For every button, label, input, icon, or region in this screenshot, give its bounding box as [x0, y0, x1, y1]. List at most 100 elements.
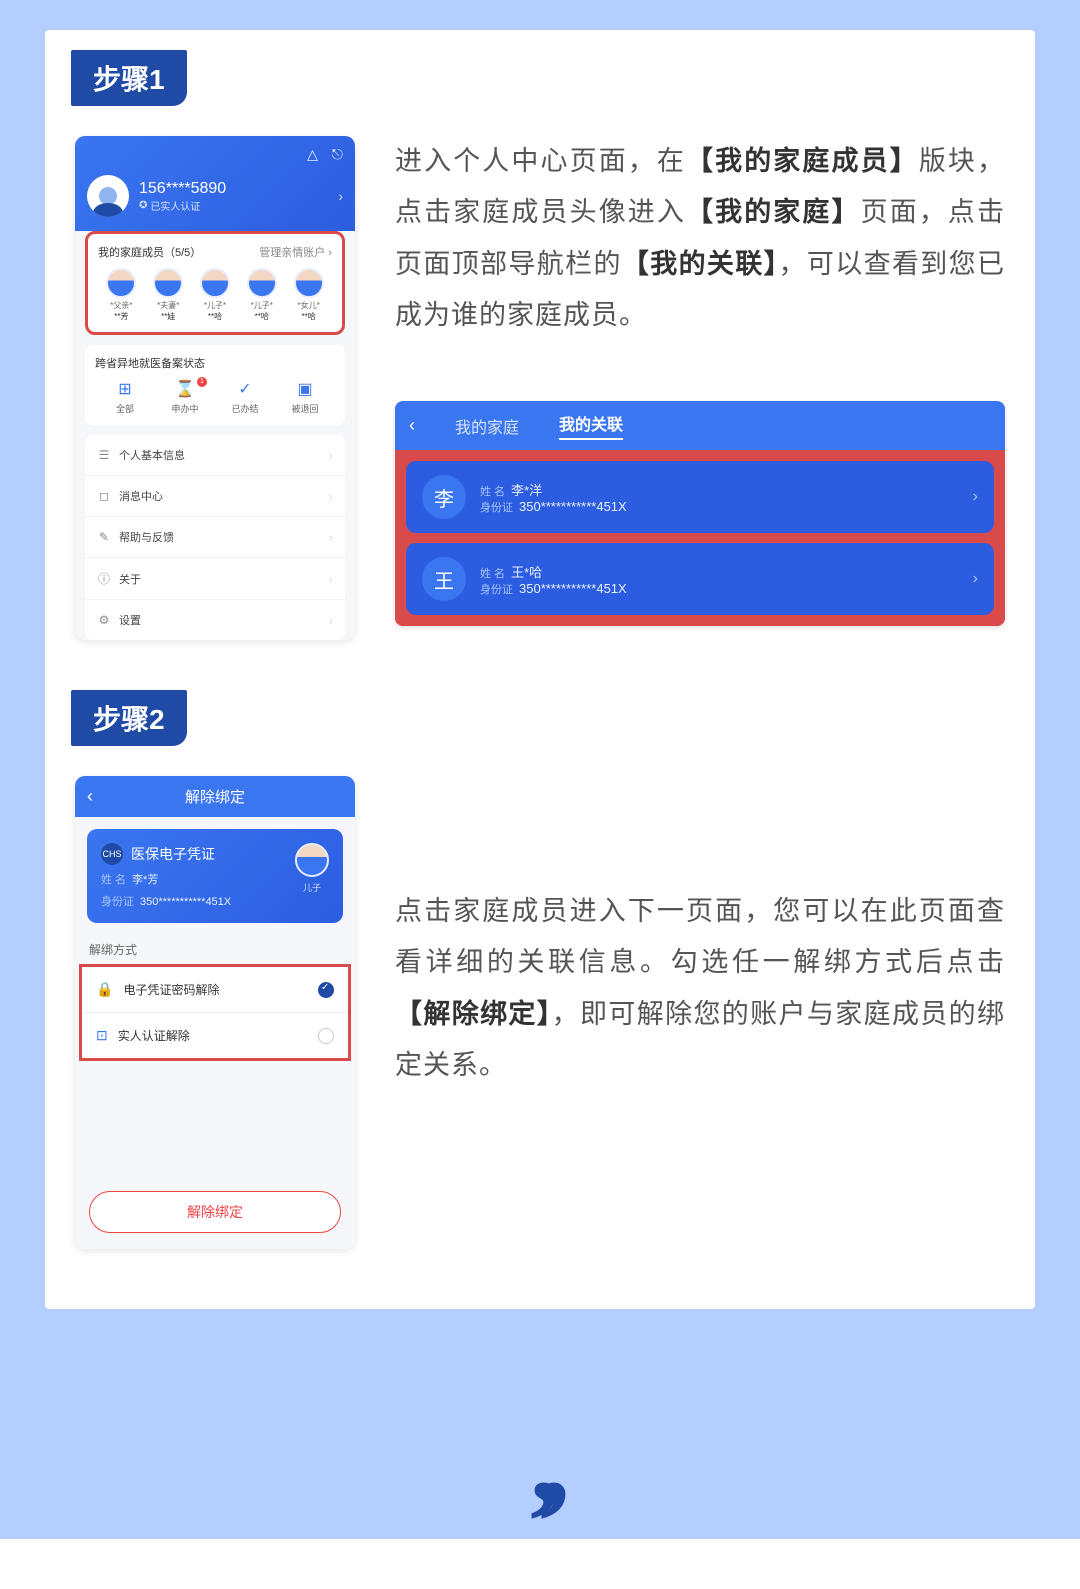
status-item[interactable]: ⌛1 申办中: [155, 379, 215, 415]
back-icon[interactable]: ‹: [409, 415, 415, 436]
chs-logo-icon: CHS: [101, 843, 123, 865]
unbind-option[interactable]: 🔒 电子凭证密码解除: [82, 967, 348, 1012]
family-title: 我的家庭成员（5/5）: [98, 244, 201, 260]
member-name: **芳: [114, 311, 128, 322]
member-relation: *夫妻*: [157, 300, 179, 311]
unbind-option[interactable]: ⊡ 实人认证解除: [82, 1012, 348, 1058]
status-item[interactable]: ✓ 已办结: [215, 379, 275, 415]
status-label: 申办中: [171, 404, 198, 414]
avatar-icon: [153, 268, 183, 298]
status-icon: ▣: [275, 379, 335, 399]
family-member[interactable]: *父亲* **芳: [98, 268, 145, 322]
chevron-right-icon: ›: [973, 488, 978, 506]
member-relation: *儿子*: [204, 300, 226, 311]
page-title: 解除绑定: [185, 786, 245, 807]
chevron-right-icon: ›: [328, 447, 333, 463]
avatar-icon: [247, 268, 277, 298]
surname-avatar: 李: [422, 475, 466, 519]
back-icon[interactable]: ‹: [87, 786, 93, 807]
step2-badge: 步骤2: [71, 690, 187, 746]
bottom-stripe: [0, 1539, 1080, 1589]
face-id-icon: ⊡: [96, 1027, 108, 1044]
status-label: 已办结: [231, 404, 258, 414]
menu-item[interactable]: ✎ 帮助与反馈 ›: [85, 516, 345, 557]
menu-label: 消息中心: [119, 488, 163, 504]
option-label: 实人认证解除: [118, 1027, 190, 1044]
chevron-right-icon: ›: [328, 612, 333, 628]
member-relation: *儿子*: [251, 300, 273, 311]
user-phone: 156****5890: [139, 180, 328, 198]
step2-phone: ‹ 解除绑定 CHS 医保电子凭证 姓 名李*芳 身份证350*********…: [75, 776, 355, 1249]
ehc-card: CHS 医保电子凭证 姓 名李*芳 身份证350***********451X …: [87, 829, 343, 923]
unbind-section-title: 解绑方式: [75, 935, 355, 964]
menu-item[interactable]: ◻ 消息中心 ›: [85, 475, 345, 516]
member-relation: *女儿*: [297, 300, 319, 311]
status-card: 跨省异地就医备案状态 ⊞ 全部⌛1 申办中✓ 已办结▣ 被退回: [85, 345, 345, 425]
avatar-icon: [106, 268, 136, 298]
member-name: **哈: [208, 311, 222, 322]
exit-icon[interactable]: ⎋: [332, 146, 343, 163]
menu-item[interactable]: ⚙ 设置 ›: [85, 599, 345, 640]
menu-item[interactable]: ⓘ 关于 ›: [85, 557, 345, 599]
surname-avatar: 王: [422, 557, 466, 601]
tab-my-family[interactable]: 我的家庭: [455, 414, 519, 438]
step1-description: 进入个人中心页面，在【我的家庭成员】版块，点击家庭成员头像进入【我的家庭】页面，…: [395, 136, 1005, 341]
verified-badge: ✪ 已实人认证: [139, 198, 328, 213]
bell-icon[interactable]: △: [307, 146, 318, 163]
chevron-right-icon: ›: [328, 529, 333, 545]
menu-label: 设置: [119, 612, 141, 628]
status-icon: ⊞: [95, 379, 155, 399]
status-icon: ⌛1: [155, 379, 215, 399]
status-item[interactable]: ▣ 被退回: [275, 379, 335, 415]
radio-icon[interactable]: [318, 982, 334, 998]
menu-icon: ⓘ: [97, 570, 111, 587]
menu-icon: ◻: [97, 489, 111, 503]
unbind-options: 🔒 电子凭证密码解除 ⊡ 实人认证解除: [79, 964, 351, 1061]
shield-icon: ✪: [139, 200, 147, 211]
menu-item[interactable]: ☰ 个人基本信息 ›: [85, 435, 345, 475]
tab-my-related[interactable]: 我的关联: [559, 411, 623, 440]
member-name: **哈: [255, 311, 269, 322]
status-item[interactable]: ⊞ 全部: [95, 379, 155, 415]
step2-description: 点击家庭成员进入下一页面，您可以在此页面查看详细的关联信息。勾选任一解绑方式后点…: [395, 886, 1005, 1091]
step1-phone: △ ⎋ 156****5890 ✪ 已实人认证: [75, 136, 355, 640]
status-label: 全部: [116, 404, 134, 414]
option-label: 电子凭证密码解除: [123, 981, 219, 998]
member-relation: *父亲*: [110, 300, 132, 311]
member-name: **哈: [301, 311, 315, 322]
menu-label: 帮助与反馈: [119, 529, 174, 545]
member-name: **娃: [161, 311, 175, 322]
status-label: 被退回: [291, 404, 318, 414]
menu-label: 关于: [119, 571, 141, 587]
user-card[interactable]: 156****5890 ✪ 已实人认证 ›: [87, 169, 343, 231]
status-title: 跨省异地就医备案状态: [95, 355, 335, 371]
family-card: 我的家庭成员（5/5） 管理亲情账户 › *父亲* **芳 *夫妻* **娃 *…: [85, 231, 345, 335]
radio-icon[interactable]: [318, 1028, 334, 1044]
chevron-right-icon: ›: [338, 188, 343, 204]
menu-icon: ✎: [97, 530, 111, 544]
status-icon: ✓: [215, 379, 275, 399]
avatar: [87, 175, 129, 217]
related-mini-screenshot: ‹ 我的家庭 我的关联 李 姓 名李*洋 身份证350***********45…: [395, 401, 1005, 626]
step1-badge: 步骤1: [71, 50, 187, 106]
unbind-button[interactable]: 解除绑定: [89, 1191, 341, 1233]
family-member[interactable]: *夫妻* **娃: [145, 268, 192, 322]
menu-label: 个人基本信息: [119, 447, 185, 463]
manage-link[interactable]: 管理亲情账户 ›: [259, 244, 332, 260]
chevron-right-icon: ›: [328, 488, 333, 504]
chevron-right-icon: ›: [973, 570, 978, 588]
avatar-icon: [294, 268, 324, 298]
avatar-icon: [200, 268, 230, 298]
lock-icon: 🔒: [96, 981, 113, 998]
menu-icon: ⚙: [97, 613, 111, 627]
chevron-right-icon: ›: [328, 571, 333, 587]
menu-list: ☰ 个人基本信息 › ◻ 消息中心 › ✎ 帮助与反馈 › ⓘ 关于 › ⚙ 设置 ›: [85, 435, 345, 640]
family-member[interactable]: *儿子* **哈: [238, 268, 285, 322]
relation-card[interactable]: 王 姓 名王*哈 身份证350***********451X ›: [406, 543, 994, 615]
family-member[interactable]: *儿子* **哈: [192, 268, 239, 322]
menu-icon: ☰: [97, 448, 111, 462]
family-member[interactable]: *女儿* **哈: [285, 268, 332, 322]
rel-name: 李*洋: [511, 483, 542, 498]
relation-card[interactable]: 李 姓 名李*洋 身份证350***********451X ›: [406, 461, 994, 533]
rel-id: 350***********451X: [519, 581, 627, 596]
